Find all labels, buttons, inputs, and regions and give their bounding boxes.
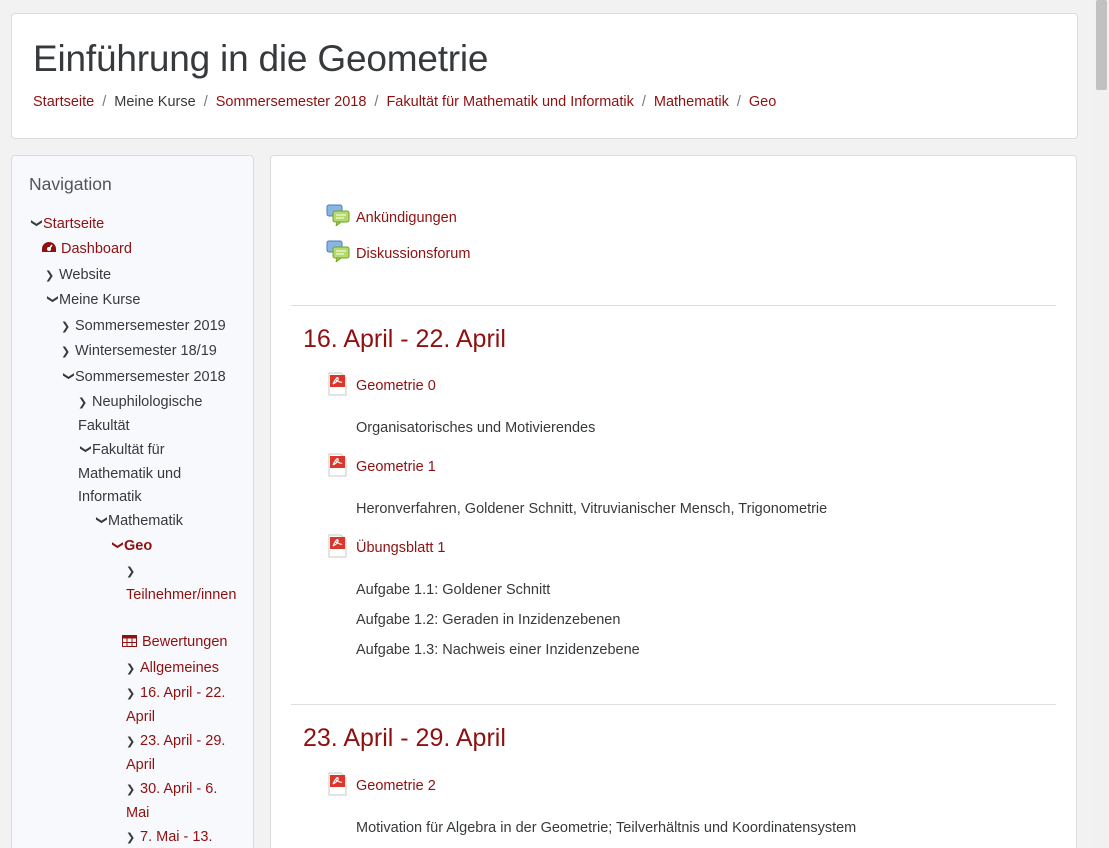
chevron-right-icon: ❯ — [61, 321, 71, 333]
forum-icon — [326, 204, 350, 226]
dashboard-icon — [42, 242, 56, 252]
page-scrollbar[interactable] — [1094, 0, 1109, 848]
nav-item-meine-kurse[interactable]: ❯Meine Kurse — [45, 289, 141, 313]
section-divider — [291, 305, 1056, 306]
chevron-right-icon: ❯ — [78, 397, 88, 409]
chevron-right-icon: ❯ — [45, 270, 55, 282]
chevron-down-icon: ❯ — [30, 218, 43, 228]
section-divider — [291, 704, 1056, 705]
navigation-title: Navigation — [29, 174, 112, 194]
chevron-right-icon: ❯ — [126, 784, 136, 796]
activity-diskussionsforum[interactable]: Diskussionsforum — [356, 246, 470, 262]
activity-description: Heronverfahren, Goldener Schnitt, Vitruv… — [356, 501, 828, 517]
nav-item-dashboard[interactable]: Dashboard — [41, 238, 132, 261]
nav-item-geo[interactable]: ❯Geo — [110, 535, 153, 559]
breadcrumb-meine-kurse: Meine Kurse — [114, 94, 196, 110]
table-icon — [122, 635, 137, 647]
chevron-right-icon: ❯ — [61, 346, 71, 358]
breadcrumb: Startseite / Meine Kurse / Sommersemester 20… — [33, 94, 776, 110]
nav-item-week-23-april[interactable]: ❯ 23. April - 29. April — [126, 730, 238, 777]
nav-item-website[interactable]: ❯ Website — [45, 264, 111, 288]
breadcrumb-separator: / — [736, 94, 741, 110]
breadcrumb-separator: / — [374, 94, 379, 110]
activity-description: Organisatorisches und Motivierendes — [356, 420, 596, 436]
nav-item-mathematik[interactable]: ❯Mathematik — [94, 510, 183, 534]
navigation-block: Navigation ❯Startseite Dashboard ❯ Websit… — [11, 155, 254, 848]
breadcrumb-geo[interactable]: Geo — [749, 94, 776, 110]
chevron-right-icon: ❯ — [126, 736, 136, 748]
chevron-right-icon: ❯ — [126, 566, 136, 578]
nav-item-startseite[interactable]: ❯Startseite — [29, 213, 105, 237]
activity-description: Aufgabe 1.3: Nachweis einer Inzidenzeben… — [356, 642, 640, 658]
scrollbar-thumb[interactable] — [1096, 0, 1107, 90]
activity-ankuendigungen[interactable]: Ankündigungen — [356, 210, 457, 226]
pdf-icon — [328, 372, 347, 396]
page-title: Einführung in die Geometrie — [33, 38, 489, 79]
nav-item-week-7-mai[interactable]: ❯ 7. Mai - 13. — [126, 826, 238, 848]
activity-geometrie-0[interactable]: Geometrie 0 — [356, 378, 436, 394]
nav-item-week-16-april[interactable]: ❯ 16. April - 22. April — [126, 682, 238, 729]
activity-geometrie-2[interactable]: Geometrie 2 — [356, 778, 436, 794]
breadcrumb-separator: / — [102, 94, 107, 110]
activity-description: Aufgabe 1.1: Goldener Schnitt — [356, 582, 551, 598]
chevron-down-icon: ❯ — [62, 371, 75, 381]
nav-item-fakultaet-mathematik-informatik[interactable]: ❯Fakultät für Mathematik und Informatik — [78, 439, 208, 509]
pdf-icon — [328, 453, 347, 477]
chevron-down-icon: ❯ — [46, 294, 59, 304]
nav-item-sommersemester-2019[interactable]: ❯ Sommersemester 2019 — [61, 315, 226, 339]
chevron-right-icon: ❯ — [126, 663, 136, 675]
breadcrumb-fakultaet[interactable]: Fakultät für Mathematik und Informatik — [386, 94, 633, 110]
chevron-down-icon: ❯ — [79, 444, 92, 454]
breadcrumb-mathematik[interactable]: Mathematik — [654, 94, 729, 110]
activity-description: Motivation für Algebra in der Geometrie;… — [356, 820, 857, 836]
course-content: Ankündigungen Diskussionsforum 16. April… — [270, 155, 1077, 848]
nav-item-sommersemester-2018[interactable]: ❯Sommersemester 2018 — [61, 366, 226, 390]
activity-description: Aufgabe 1.2: Geraden in Inzidenzebenen — [356, 612, 621, 628]
chevron-down-icon: ❯ — [111, 540, 124, 550]
nav-item-wintersemester-18-19[interactable]: ❯ Wintersemester 18/19 — [61, 340, 217, 364]
pdf-icon — [328, 534, 347, 558]
chevron-right-icon: ❯ — [126, 832, 136, 844]
section-title: 23. April - 29. April — [303, 724, 506, 752]
section-title: 16. April - 22. April — [303, 325, 506, 353]
pdf-icon — [328, 772, 347, 796]
activity-geometrie-1[interactable]: Geometrie 1 — [356, 459, 436, 475]
activity-uebungsblatt-1[interactable]: Übungsblatt 1 — [356, 540, 445, 556]
forum-icon — [326, 240, 350, 262]
breadcrumb-separator: / — [203, 94, 208, 110]
nav-item-neuphilologische-fakultaet[interactable]: ❯ Neuphilologische Fakultät — [78, 391, 228, 438]
breadcrumb-separator: / — [641, 94, 646, 110]
page-header: Einführung in die Geometrie Startseite / M… — [11, 13, 1078, 139]
nav-item-week-30-april[interactable]: ❯ 30. April - 6. Mai — [126, 778, 238, 825]
nav-item-allgemeines[interactable]: ❯ Allgemeines — [126, 657, 219, 681]
chevron-right-icon: ❯ — [126, 688, 136, 700]
nav-item-bewertungen[interactable]: Bewertungen — [122, 631, 227, 654]
nav-item-teilnehmer[interactable]: ❯ Teilnehmer/innen — [126, 560, 238, 607]
breadcrumb-sommersemester-2018[interactable]: Sommersemester 2018 — [216, 94, 367, 110]
breadcrumb-startseite[interactable]: Startseite — [33, 94, 94, 110]
chevron-down-icon: ❯ — [95, 515, 108, 525]
